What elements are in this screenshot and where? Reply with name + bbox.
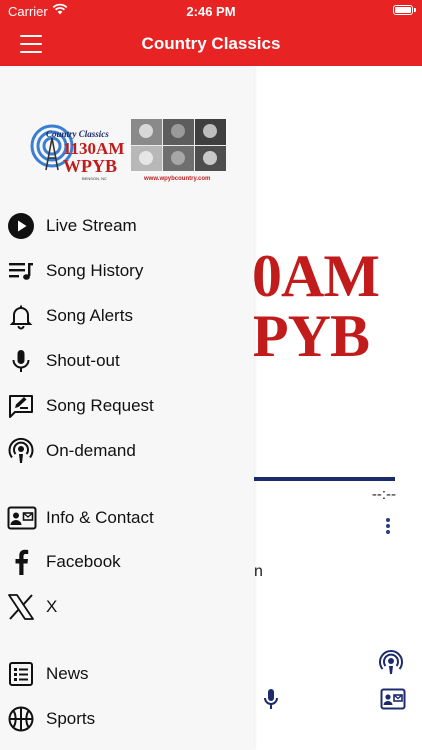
bell-icon [7,302,35,330]
menu-label: News [46,664,89,683]
menu-label: On-demand [46,441,136,460]
news-icon [7,660,35,688]
menu-label: Live Stream [46,216,137,235]
menu-label: X [46,597,58,616]
playback-time: --:-- [371,486,396,503]
menu-item-song-alerts[interactable]: Song Alerts [0,296,254,336]
play-circle-icon [7,212,35,240]
contact-card-icon [7,504,37,532]
menu-label: Facebook [46,552,121,571]
status-time: 2:46 PM [186,4,236,19]
menu-item-shout-out[interactable]: Shout-out [0,341,254,381]
menu-item-facebook[interactable]: Facebook [0,542,254,582]
logo-line4: BENSON, NC [82,176,107,181]
nav-title: Country Classics [141,34,281,53]
menu-item-x[interactable]: X [0,587,254,627]
navigation-drawer: Country Classics 1130AM WPYB BENSON, NC … [0,66,254,750]
menu-item-news[interactable]: News [0,654,254,694]
playlist-icon [7,257,35,285]
menu-item-on-demand[interactable]: On-demand [0,431,254,471]
menu-item-song-request[interactable]: Song Request [0,386,254,426]
contact-card-icon[interactable] [380,688,406,715]
battery-icon [393,5,413,15]
menu-label: Shout-out [46,351,120,370]
status-bar: Carrier 2:46 PM [0,0,422,22]
logo-url: www.wpybcountry.com [143,176,210,182]
station-logo: Country Classics 1130AM WPYB BENSON, NC … [30,119,226,182]
station-logo-line2: PYB [252,303,370,369]
track-title-partial: n [254,563,263,580]
sports-icon [7,705,35,733]
more-options-icon[interactable] [386,518,392,534]
podcast-icon[interactable] [378,650,404,681]
facebook-icon [7,548,35,576]
menu-label: Song History [46,261,144,280]
nav-bar: Country Classics [0,22,422,66]
artist-photo-collage [131,119,226,171]
menu-item-song-history[interactable]: Song History [0,251,254,291]
microphone-icon[interactable] [262,688,280,715]
request-icon [7,392,35,420]
microphone-icon [7,347,35,375]
podcast-icon [7,437,35,465]
logo-line3: WPYB [63,156,117,176]
menu-item-sports[interactable]: Sports [0,699,254,739]
menu-label: Song Alerts [46,306,133,325]
menu-item-info-contact[interactable]: Info & Contact [0,498,254,538]
menu-label: Sports [46,709,96,728]
menu-label: Song Request [46,396,154,415]
playback-progress-bar[interactable] [252,477,395,481]
logo-line1: Country Classics [46,129,109,139]
menu-label: Info & Contact [46,508,154,527]
menu-item-live-stream[interactable]: Live Stream [0,206,254,246]
battery-tip [414,8,416,12]
station-logo-line1: 0AM [252,243,380,309]
x-icon [7,593,35,621]
